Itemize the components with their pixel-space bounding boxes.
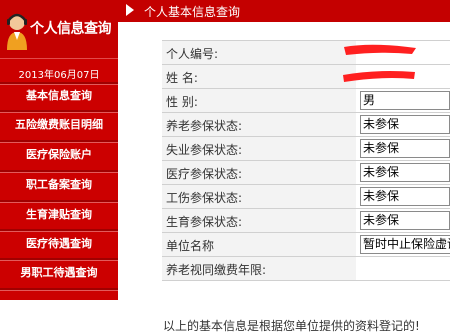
page-title: 个人基本信息查询 (144, 5, 241, 19)
label-unemployment-status: 失业参保状态: (166, 143, 243, 157)
sidebar-item-basic-info[interactable]: 基本信息查询 (0, 84, 118, 108)
field-label: 养老视同缴费年限: (162, 257, 356, 280)
row-unemployment-status: 失业参保状态: 未参保 (162, 137, 450, 161)
gender-value-box: 男 (360, 91, 450, 110)
label-pension-years: 养老视同缴费年限: (166, 263, 267, 277)
field-label: 工伤参保状态: (162, 185, 356, 208)
injury-status-value-box: 未参保 (360, 187, 450, 206)
row-maternity-status: 生育参保状态: 未参保 (162, 209, 450, 233)
employer-name-value-box: 暂时中止保险虚设 (360, 235, 450, 254)
label-pension-status: 养老参保状态: (166, 119, 243, 133)
sidebar-header: 个人信息查询 (0, 0, 118, 59)
medical-status-value-box: 未参保 (360, 163, 450, 182)
sidebar-item-medical-account[interactable]: 医疗保险账户 (0, 143, 118, 167)
row-injury-status: 工伤参保状态: 未参保 (162, 185, 450, 209)
pension-status-value-box: 未参保 (360, 115, 450, 134)
sidebar-item-five-insurance-details[interactable]: 五险缴费账目明细 (0, 113, 118, 137)
maternity-status-value-box: 未参保 (360, 211, 450, 230)
redaction-mark (344, 44, 416, 55)
sidebar-item-medical-benefits[interactable]: 医疗待遇查询 (0, 232, 118, 256)
info-table: 个人编号: 姓 名: 性 别: 男 养老参保状态: 未参保 失业参保状态: 未参… (162, 40, 450, 333)
title-bar: 个人基本信息查询 (118, 0, 450, 23)
field-label: 失业参保状态: (162, 137, 356, 160)
label-employer-name: 单位名称 (166, 239, 215, 253)
main-panel: 个人基本信息查询 个人编号: 姓 名: 性 别: 男 养老参保状态: 未参保 失… (118, 0, 450, 333)
triangle-right-icon (126, 4, 134, 16)
row-person-id: 个人编号: (162, 41, 450, 65)
field-label: 单位名称 (162, 233, 356, 256)
field-label: 性 别: (162, 89, 356, 112)
redaction-mark (343, 71, 415, 82)
row-gender: 性 别: 男 (162, 89, 450, 113)
sidebar-divider (0, 288, 118, 291)
row-pension-status: 养老参保状态: 未参保 (162, 113, 450, 137)
sidebar-item-male-employee-benefits[interactable]: 男职工待遇查询 (0, 261, 118, 285)
label-person-id: 个人编号: (166, 47, 219, 61)
field-label: 个人编号: (162, 41, 356, 64)
date-label: 2013年06月07日 (18, 70, 100, 81)
label-injury-status: 工伤参保状态: (166, 191, 243, 205)
row-name: 姓 名: (162, 65, 450, 89)
row-pension-years: 养老视同缴费年限: (162, 257, 450, 281)
sidebar-title: 个人信息查询 (30, 21, 112, 37)
row-employer-name: 单位名称 暂时中止保险虚设 (162, 233, 450, 257)
field-label: 生育参保状态: (162, 209, 356, 232)
field-label: 养老参保状态: (162, 113, 356, 136)
user-headset-icon (7, 13, 27, 50)
label-gender: 性 别: (166, 95, 198, 109)
sidebar: 个人信息查询 2013年06月07日 基本信息查询 五险缴费账目明细 医疗保险账… (0, 0, 118, 300)
row-medical-status: 医疗参保状态: 未参保 (162, 161, 450, 185)
field-label: 姓 名: (162, 65, 356, 88)
field-label: 医疗参保状态: (162, 161, 356, 184)
unemployment-status-value-box: 未参保 (360, 139, 450, 158)
label-maternity-status: 生育参保状态: (166, 215, 243, 229)
sidebar-item-employee-record[interactable]: 职工备案查询 (0, 173, 118, 197)
footer-note: 以上的基本信息是根据您单位提供的资料登记的! (163, 319, 420, 333)
sidebar-item-maternity-allowance[interactable]: 生育津贴查询 (0, 203, 118, 227)
label-medical-status: 医疗参保状态: (166, 167, 243, 181)
label-name: 姓 名: (166, 71, 198, 85)
